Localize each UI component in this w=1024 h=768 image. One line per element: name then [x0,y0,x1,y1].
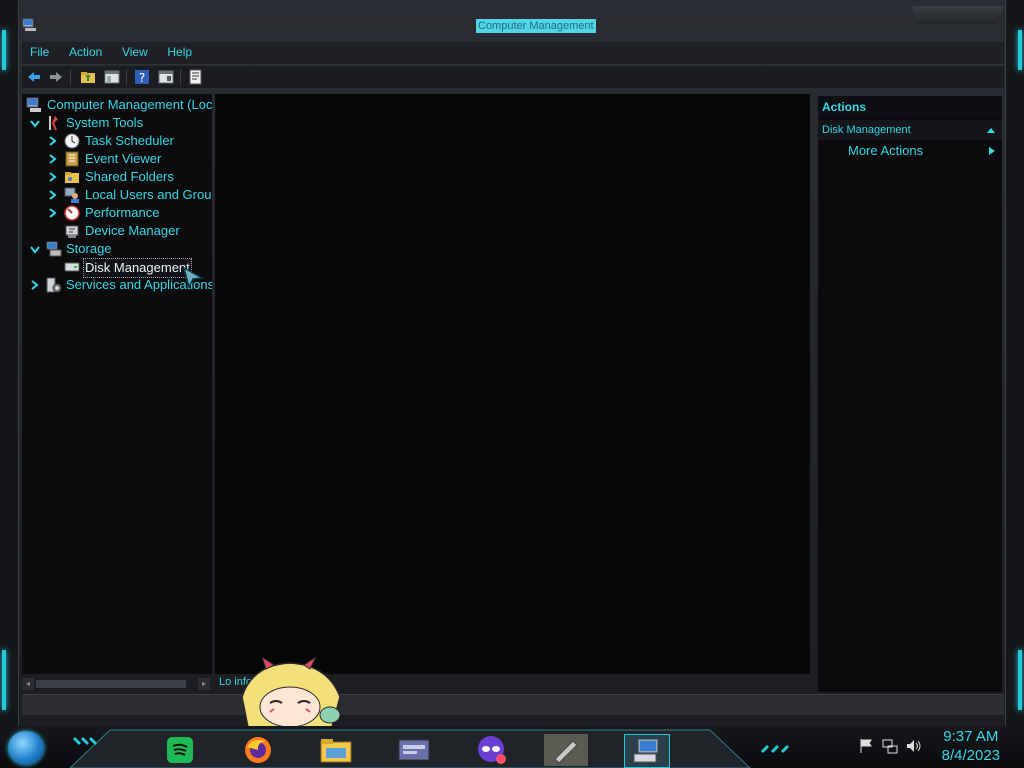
right-frame [1005,0,1024,726]
taskbar-glow-decoration [760,744,790,754]
tree-label-event-viewer: Event Viewer [85,151,162,166]
tree-item-device-manager[interactable]: Device Manager [26,222,212,240]
more-actions-label: More Actions [848,143,924,158]
up-folder-icon[interactable] [80,69,96,85]
submenu-arrow-icon [989,147,995,155]
window-caption-buttons[interactable] [912,6,1004,24]
collapsed-chevron-icon[interactable] [48,172,58,182]
console-tree-icon[interactable] [104,69,120,85]
network-icon[interactable] [882,738,898,754]
menu-file[interactable]: File [22,42,57,62]
clock-icon [64,133,80,149]
forward-icon[interactable] [48,69,64,85]
spotify-icon [167,737,193,763]
tree-item-system-tools[interactable]: System Tools [26,114,212,132]
file-explorer-icon [320,739,352,763]
computer-management-icon [633,738,659,763]
tree-item-shared-folders[interactable]: Shared Folders [26,168,212,186]
tree-item-event-viewer[interactable]: Event Viewer [26,150,212,168]
menu-help[interactable]: Help [159,42,200,62]
taskbar [0,726,1024,768]
title-bar[interactable]: Computer Management [18,0,1006,40]
scroll-thumb[interactable] [36,680,186,688]
collapse-up-icon[interactable] [986,126,996,134]
clock-time: 9:37 AM [943,728,999,745]
collapsed-chevron-icon[interactable] [48,190,58,200]
more-actions-item[interactable]: More Actions [818,140,1002,162]
tree-item-performance[interactable]: Performance [26,204,212,222]
device-manager-icon [65,225,79,238]
collapsed-chevron-icon[interactable] [30,280,40,290]
computer-management-window: Computer Management File Action View Hel… [0,0,1024,726]
event-log-icon [65,151,79,167]
computer-management-icon [26,97,41,112]
tree-label-storage: Storage [66,241,112,256]
tools-icon [49,116,58,130]
performance-gauge-icon [64,205,80,221]
taskbar-app-computer-management[interactable] [624,734,670,768]
collapsed-chevron-icon[interactable] [48,136,58,146]
users-icon [64,187,79,203]
export-icon[interactable] [188,69,204,85]
tree-item-storage[interactable]: Storage [26,240,212,258]
menu-view[interactable]: View [114,42,156,62]
volume-icon[interactable] [906,738,922,754]
expanded-chevron-icon[interactable] [30,118,40,128]
actions-header: Actions [818,96,1002,118]
disk-drive-icon [64,262,80,272]
mouse-cursor-icon [182,266,205,290]
collapsed-chevron-icon[interactable] [48,154,58,164]
toolbar: ? [22,66,1004,88]
theme-app-icon [478,736,506,764]
actions-group-disk-management[interactable]: Disk Management [818,120,1002,140]
taskbar-app-tool[interactable] [544,734,588,766]
taskbar-app-firefox[interactable] [236,734,280,766]
tree-label-device-manager: Device Manager [85,223,180,238]
window-title: Computer Management [476,19,596,33]
actions-pane: Actions Disk Management More Actions [818,96,1002,692]
taskbar-app-file-explorer[interactable] [314,734,358,766]
taskbar-app-control-panel[interactable] [392,734,436,766]
tree-item-task-scheduler[interactable]: Task Scheduler [26,132,212,150]
taskbar-app-theme[interactable] [470,734,514,766]
console-tree: Computer Management (Loc System Tools Ta… [22,94,212,674]
start-button[interactable] [8,731,44,765]
menu-action[interactable]: Action [61,42,110,62]
storage-icon [46,241,62,257]
svg-text:?: ? [139,71,145,85]
tree-item-root[interactable]: Computer Management (Loc [26,96,212,114]
shared-folder-icon [65,172,79,183]
taskbar-clock[interactable]: 9:37 AM 8/4/2023 [942,727,1000,765]
tree-label-performance: Performance [85,205,160,220]
services-icon [46,277,62,293]
tree-item-local-users[interactable]: Local Users and Grou [26,186,212,204]
clock-date: 8/4/2023 [941,747,1000,764]
tree-label-system-tools: System Tools [66,115,144,130]
tree-horizontal-scrollbar[interactable]: ◂ ▸ [22,678,210,690]
collapsed-chevron-icon[interactable] [48,208,58,218]
control-panel-icon [398,739,430,761]
tree-label-disk-management: Disk Management [83,258,192,278]
expanded-chevron-icon[interactable] [30,244,40,254]
scroll-left-icon[interactable]: ◂ [22,678,34,690]
tree-label-shared-folders: Shared Folders [85,169,174,184]
cartoon-mascot-image [241,657,341,727]
bottom-status-strip [22,694,1004,715]
help-icon[interactable]: ? [134,69,150,85]
scroll-right-icon[interactable]: ▸ [198,678,210,690]
tree-label-local-users: Local Users and Grou [85,187,212,202]
actions-group-label: Disk Management [822,124,911,136]
tree-label-root: Computer Management (Loc [47,97,212,112]
left-frame [0,0,19,726]
action-center-flag-icon[interactable] [858,738,874,754]
computer-management-app-icon[interactable] [22,18,38,32]
back-icon[interactable] [26,69,42,85]
menu-bar: File Action View Help [22,42,1004,65]
tool-icon [554,740,578,763]
main-content-pane[interactable] [215,94,810,674]
tree-label-task-scheduler: Task Scheduler [85,133,174,148]
properties-icon[interactable] [158,69,174,85]
taskbar-app-spotify[interactable] [158,734,202,766]
firefox-icon [245,737,271,763]
